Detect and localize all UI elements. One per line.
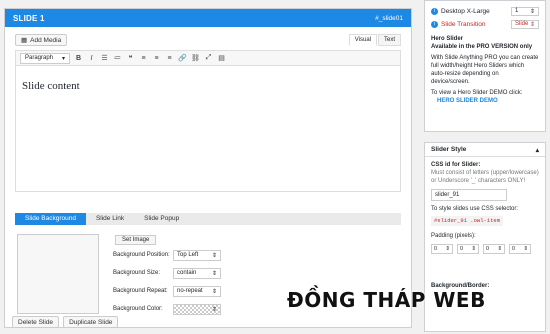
css-selector-code: #slider_91 .owl-item	[431, 216, 504, 226]
bg-repeat-select[interactable]: no-repeat ⇕	[173, 285, 221, 297]
desktop-xl-row: i Desktop X-Large 1 ⇕	[431, 5, 539, 18]
slider-style-title: Slider Style	[431, 146, 467, 153]
align-right-icon[interactable]: ≡	[165, 55, 174, 62]
css-id-input[interactable]: slider_91	[431, 189, 507, 201]
css-id-label: CSS id for Slider:	[431, 162, 481, 168]
desktop-xl-label: Desktop X-Large	[441, 8, 490, 15]
padding-inputs: 0 ⇕ 0 ⇕ 0 ⇕ 0 ⇕	[431, 244, 539, 254]
chevron-down-icon: ▾	[61, 55, 65, 62]
slide-title: SLIDE 1	[13, 13, 45, 23]
tab-slide-link[interactable]: Slide Link	[86, 213, 134, 225]
select-arrows-icon: ⇕	[529, 9, 535, 15]
align-center-icon[interactable]: ≡	[152, 55, 161, 62]
bg-size-value: contain	[177, 269, 197, 276]
bg-color-label: Background Color:	[113, 306, 163, 312]
bg-size-select[interactable]: contain ⇕	[173, 267, 221, 279]
desktop-xl-value: 1	[515, 8, 519, 14]
bg-repeat-row: Background Repeat: no-repeat ⇕	[113, 283, 233, 299]
transition-row: i Slide Transition Slide ⇕	[431, 18, 539, 31]
bold-icon[interactable]: B	[74, 55, 83, 62]
media-row: ▦ Add Media Visual Text	[15, 33, 401, 47]
transition-label: Slide Transition	[441, 21, 486, 28]
bg-position-select[interactable]: Top Left ⇕	[173, 249, 221, 261]
slide-id: #_slide01	[375, 14, 403, 22]
select-arrows-icon: ⇕	[529, 22, 535, 28]
padding-left-input[interactable]: 0 ⇕	[509, 244, 531, 254]
padding-bottom-input[interactable]: 0 ⇕	[483, 244, 505, 254]
watermark: ĐỒNG THÁP WEB	[287, 288, 486, 312]
hero-slider-promo: Hero Slider Available in the PRO VERSION…	[431, 35, 539, 105]
padding-right-input[interactable]: 0 ⇕	[457, 244, 479, 254]
media-icon: ▦	[21, 37, 28, 44]
background-form: Set Image Background Position: Top Left …	[113, 235, 233, 317]
bg-size-row: Background Size: contain ⇕	[113, 265, 233, 281]
align-left-icon[interactable]: ≡	[139, 55, 148, 62]
set-image-button[interactable]: Set Image	[115, 235, 157, 245]
editor-toolbar: Paragraph ▾ B I ☰ ≔ ❝ ≡ ≡ ≡ 🔗 ⛓ ⤢ ▤	[15, 50, 401, 66]
tab-slide-popup[interactable]: Slide Popup	[134, 213, 189, 225]
toolbar-toggle-icon[interactable]: ▤	[217, 54, 226, 62]
editor-wrapper: ▦ Add Media Visual Text Paragraph ▾ B I …	[15, 33, 401, 192]
slide-panel: SLIDE 1 #_slide01 ▦ Add Media Visual Tex…	[4, 8, 412, 328]
collapse-icon[interactable]: ▴	[536, 146, 539, 154]
tab-visual[interactable]: Visual	[348, 34, 377, 46]
fullscreen-icon[interactable]: ⤢	[204, 54, 213, 62]
settings-panel: i Desktop X-Large 1 ⇕ i Slide Transition…	[424, 0, 546, 132]
select-arrows-icon: ⇕	[211, 252, 217, 259]
desktop-xl-select[interactable]: 1 ⇕	[511, 7, 539, 16]
bg-position-row: Background Position: Top Left ⇕	[113, 247, 233, 263]
slide-actions: Delete Slide Duplicate Slide	[12, 316, 119, 328]
slide-settings-tabs: Slide Background Slide Link Slide Popup	[15, 213, 401, 225]
bg-repeat-value: no-repeat	[177, 287, 203, 294]
link-icon[interactable]: 🔗	[178, 54, 187, 62]
italic-icon[interactable]: I	[87, 55, 96, 62]
slider-style-header[interactable]: Slider Style ▴	[425, 143, 545, 157]
editor-mode-tabs: Visual Text	[348, 34, 401, 46]
add-media-button[interactable]: ▦ Add Media	[15, 34, 68, 46]
slide-header[interactable]: SLIDE 1 #_slide01	[5, 9, 411, 27]
hero-subtitle: Available in the PRO VERSION only	[431, 44, 533, 50]
info-icon[interactable]: i	[431, 8, 438, 15]
background-image-preview	[17, 234, 99, 314]
hero-demo-link[interactable]: HERO SLIDER DEMO	[431, 97, 539, 105]
format-select-value: Paragraph	[25, 54, 54, 61]
page-root: SLIDE 1 #_slide01 ▦ Add Media Visual Tex…	[0, 0, 550, 334]
selector-note: To style slides use CSS selector:	[431, 206, 519, 212]
select-arrows-icon: ⇕	[211, 270, 217, 277]
format-select[interactable]: Paragraph ▾	[20, 52, 70, 64]
transition-value: Slide	[515, 21, 529, 27]
add-media-label: Add Media	[30, 36, 62, 44]
unlink-icon[interactable]: ⛓	[191, 54, 200, 62]
bg-size-label: Background Size:	[113, 270, 161, 276]
bg-color-row: Background Color: ⇕	[113, 301, 233, 317]
editor-content-area[interactable]: Slide content	[15, 66, 401, 192]
select-arrows-icon: ⇕	[211, 306, 217, 313]
bg-color-picker[interactable]: ⇕	[173, 303, 221, 315]
slide-content-text: Slide content	[22, 80, 80, 92]
hero-description: With Slide Anything PRO you can create f…	[431, 55, 539, 85]
blockquote-icon[interactable]: ❝	[126, 54, 135, 62]
tab-text[interactable]: Text	[377, 34, 401, 46]
numbered-list-icon[interactable]: ≔	[113, 54, 122, 62]
transition-select[interactable]: Slide ⇕	[511, 20, 539, 29]
bullet-list-icon[interactable]: ☰	[100, 54, 109, 62]
hero-demo-prompt: To view a Hero Slider DEMO click:	[431, 90, 523, 96]
duplicate-slide-button[interactable]: Duplicate Slide	[63, 316, 119, 328]
select-arrows-icon: ⇕	[211, 288, 217, 295]
bg-position-label: Background Position:	[113, 252, 170, 258]
delete-slide-button[interactable]: Delete Slide	[12, 316, 60, 328]
sidebar: i Desktop X-Large 1 ⇕ i Slide Transition…	[424, 0, 546, 332]
css-id-note: Must consist of letters (upper/lowercase…	[431, 170, 539, 184]
padding-top-input[interactable]: 0 ⇕	[431, 244, 453, 254]
bg-repeat-label: Background Repeat:	[113, 288, 168, 294]
slider-style-body: CSS id for Slider: Must consist of lette…	[425, 157, 545, 294]
bg-position-value: Top Left	[177, 251, 199, 258]
hero-title: Hero Slider	[431, 36, 464, 42]
info-icon[interactable]: i	[431, 21, 438, 28]
tab-slide-background[interactable]: Slide Background	[15, 213, 86, 225]
padding-label: Padding (pixels):	[431, 233, 476, 239]
